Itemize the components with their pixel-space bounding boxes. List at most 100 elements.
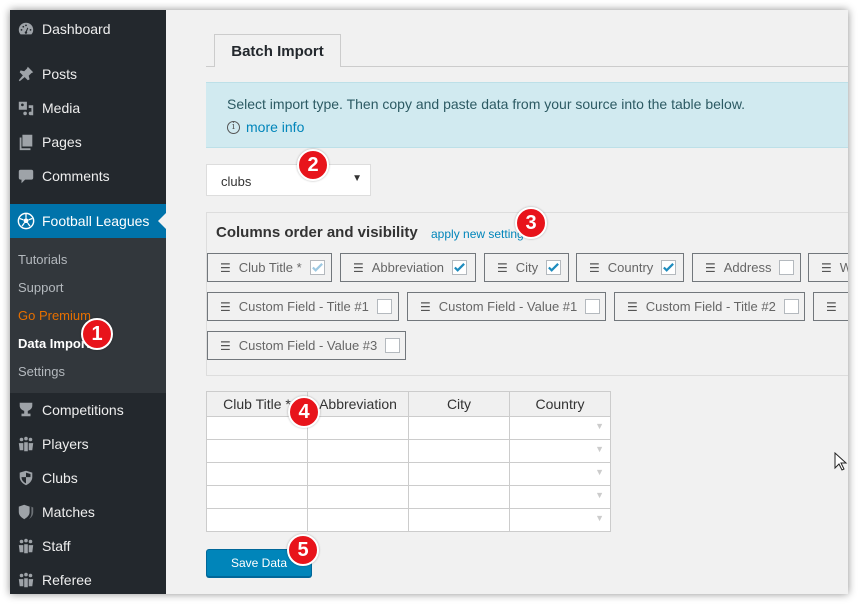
drag-handle-icon[interactable]: ☰ <box>497 261 508 275</box>
table-cell[interactable] <box>408 416 510 440</box>
column-visibility-checkbox[interactable] <box>452 260 468 275</box>
trophy-icon <box>16 400 36 420</box>
table-cell[interactable] <box>307 416 409 440</box>
main-content: Batch Import Select import type. Then co… <box>81 10 848 594</box>
more-info-link[interactable]: i more info <box>227 119 304 135</box>
sidebar-item-dashboard[interactable]: Dashboard <box>10 12 166 46</box>
submenu-item-data-import[interactable]: Data Import <box>18 336 90 351</box>
table-cell[interactable] <box>206 508 308 532</box>
table-cell[interactable]: ▼ <box>509 439 611 463</box>
dropdown-arrow-icon[interactable]: ▼ <box>595 444 604 454</box>
sidebar-item-label: Staff <box>42 538 71 554</box>
column-chip[interactable]: ☰ Club Title * <box>207 253 332 282</box>
column-chip[interactable]: ☰ Country <box>576 253 684 282</box>
table-row: ▼ <box>206 416 611 440</box>
submenu-item-settings[interactable]: Settings <box>18 364 65 379</box>
dropdown-arrow-icon[interactable]: ▼ <box>595 467 604 477</box>
drag-handle-icon[interactable]: ☰ <box>353 261 364 275</box>
drag-handle-icon[interactable]: ☰ <box>589 261 600 275</box>
column-chip[interactable]: ☰W <box>808 253 848 282</box>
column-visibility-checkbox[interactable] <box>376 299 392 314</box>
table-cell[interactable] <box>206 439 308 463</box>
table-cell[interactable] <box>307 462 409 486</box>
drag-handle-icon[interactable]: ☰ <box>220 300 231 314</box>
submenu-item-support[interactable]: Support <box>18 280 64 295</box>
dashboard-icon <box>16 19 36 39</box>
column-visibility-checkbox[interactable] <box>779 260 795 275</box>
column-visibility-checkbox[interactable] <box>385 338 401 353</box>
submenu-item-go-premium[interactable]: Go Premium <box>18 308 91 323</box>
dropdown-arrow-icon[interactable]: ▼ <box>595 490 604 500</box>
column-visibility-checkbox[interactable] <box>546 260 562 275</box>
column-chip[interactable]: ☰ <box>813 292 848 321</box>
column-chip-label: City <box>515 260 539 275</box>
comment-icon <box>16 166 36 186</box>
sidebar-item-football-leagues[interactable]: Football Leagues <box>10 204 166 238</box>
column-chip[interactable]: ☰ Custom Field - Value #1 <box>407 292 606 321</box>
drag-handle-icon[interactable]: ☰ <box>220 339 231 353</box>
drag-handle-icon[interactable]: ☰ <box>220 261 231 275</box>
column-chip[interactable]: ☰ City <box>484 253 569 282</box>
sidebar-item-posts[interactable]: Posts <box>10 57 166 91</box>
sidebar-item-label: Media <box>42 100 81 116</box>
column-chip[interactable]: ☰ Custom Field - Value #3 <box>207 331 406 360</box>
table-cell[interactable]: ▼ <box>509 508 611 532</box>
annotation-marker-4: 4 <box>288 396 320 428</box>
column-chip[interactable]: ☰ Custom Field - Title #2 <box>614 292 805 321</box>
dropdown-arrow-icon[interactable]: ▼ <box>595 421 604 431</box>
drag-handle-icon[interactable]: ☰ <box>627 300 638 314</box>
table-cell[interactable] <box>307 439 409 463</box>
dropdown-arrow-icon[interactable]: ▼ <box>595 513 604 523</box>
apply-settings-link[interactable]: apply new settings <box>431 227 530 241</box>
sidebar-item-label: Referee <box>42 572 92 588</box>
column-visibility-checkbox[interactable] <box>585 299 601 314</box>
pin-icon <box>16 64 36 84</box>
table-cell[interactable] <box>408 462 510 486</box>
table-row: ▼ <box>206 462 611 486</box>
import-type-select[interactable]: clubs ▼ <box>206 164 371 196</box>
column-chip-label: Custom Field - Value #3 <box>238 338 378 353</box>
column-visibility-checkbox[interactable] <box>783 299 799 314</box>
sidebar-item-label: Comments <box>42 168 110 184</box>
sidebar-item-matches[interactable]: Matches <box>10 495 166 529</box>
groups-icon <box>16 570 36 590</box>
table-cell[interactable]: ▼ <box>509 462 611 486</box>
media-icon <box>16 98 36 118</box>
column-chip[interactable]: ☰ Custom Field - Title #1 <box>207 292 399 321</box>
tab-batch-import[interactable]: Batch Import <box>214 34 341 67</box>
sidebar-submenu: Tutorials Support Go Premium Data Import… <box>10 238 166 393</box>
sidebar-item-referee[interactable]: Referee <box>10 563 166 594</box>
table-cell[interactable]: ▼ <box>509 485 611 509</box>
drag-handle-icon[interactable]: ☰ <box>705 261 716 275</box>
sidebar-item-label: Matches <box>42 504 95 520</box>
table-cell[interactable] <box>307 485 409 509</box>
sidebar-item-pages[interactable]: Pages <box>10 125 166 159</box>
drag-handle-icon[interactable]: ☰ <box>821 261 832 275</box>
sidebar-item-staff[interactable]: Staff <box>10 529 166 563</box>
table-cell[interactable]: ▼ <box>509 416 611 440</box>
table-cell[interactable] <box>408 439 510 463</box>
sidebar-item-players[interactable]: Players <box>10 427 166 461</box>
sidebar-item-comments[interactable]: Comments <box>10 159 166 193</box>
table-cell[interactable] <box>408 508 510 532</box>
sidebar-item-clubs[interactable]: Clubs <box>10 461 166 495</box>
column-chip[interactable]: ☰ Abbreviation <box>340 253 476 282</box>
column-chip[interactable]: ☰ Address <box>692 253 801 282</box>
submenu-item-tutorials[interactable]: Tutorials <box>18 252 67 267</box>
table-row: ▼ <box>206 485 611 509</box>
table-cell[interactable] <box>206 485 308 509</box>
drag-handle-icon[interactable]: ☰ <box>420 300 431 314</box>
drag-handle-icon[interactable]: ☰ <box>826 300 837 314</box>
sidebar-item-label: Pages <box>42 134 82 150</box>
table-row: ▼ <box>206 508 611 532</box>
table-cell[interactable] <box>307 508 409 532</box>
column-visibility-checkbox[interactable] <box>661 260 677 275</box>
column-chip-label: Abbreviation <box>371 260 445 275</box>
sidebar-item-media[interactable]: Media <box>10 91 166 125</box>
table-cell[interactable] <box>408 485 510 509</box>
sidebar-item-label: Football Leagues <box>42 213 150 229</box>
sidebar-item-competitions[interactable]: Competitions <box>10 393 166 427</box>
column-visibility-checkbox <box>309 260 325 275</box>
annotation-marker-1: 1 <box>81 318 113 350</box>
table-cell[interactable] <box>206 462 308 486</box>
